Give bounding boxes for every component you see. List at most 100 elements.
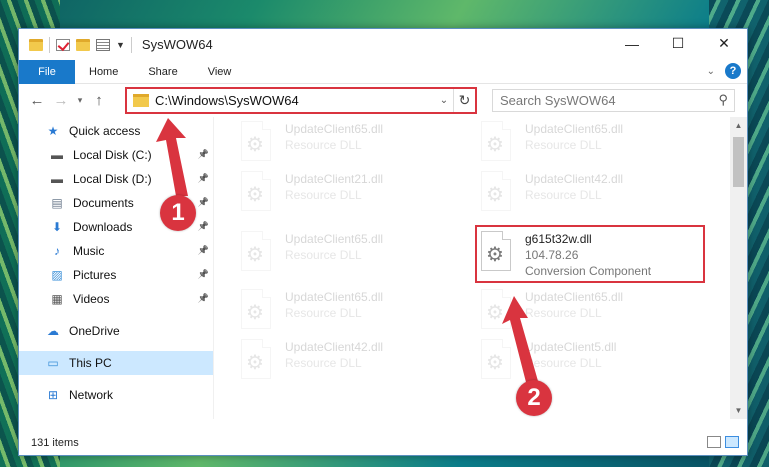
file-item[interactable]: ⚙ UpdateClient65.dll Resource DLL	[479, 289, 699, 337]
sidebar-item-label: Local Disk (C:)	[73, 148, 152, 162]
gear-icon: ⚙	[246, 134, 264, 156]
pin-icon[interactable]: 📌	[198, 173, 209, 184]
computer-icon: ▭	[47, 356, 59, 370]
file-text: UpdateClient65.dll Resource DLL	[525, 121, 623, 153]
file-version: Resource DLL	[285, 188, 362, 202]
minimize-button[interactable]: —	[609, 29, 655, 58]
refresh-icon[interactable]: ↻	[453, 89, 475, 112]
search-input[interactable]	[500, 93, 700, 108]
back-arrow-icon[interactable]: ←	[25, 92, 49, 109]
toolbar-divider	[130, 36, 132, 53]
sidebar-item-label: Pictures	[73, 268, 117, 282]
scroll-down-icon[interactable]: ▼	[730, 402, 747, 419]
gear-icon: ⚙	[486, 184, 504, 206]
sidebar-item[interactable]: ☁ OneDrive	[19, 319, 213, 343]
tab-home[interactable]: Home	[75, 66, 133, 78]
sidebar-item[interactable]: ▨ Pictures 📌	[19, 263, 213, 287]
file-item[interactable]: ⚙ UpdateClient65.dll Resource DLL	[479, 121, 699, 169]
file-name: UpdateClient21.dll	[285, 172, 384, 186]
sidebar-item[interactable]: ▦ Videos 📌	[19, 287, 213, 311]
folder-icon	[133, 94, 149, 107]
search-icon[interactable]: ⚲	[718, 92, 728, 108]
drive-icon: ▬	[51, 172, 63, 186]
file-item[interactable]: ⚙ UpdateClient65.dll Resource DLL	[239, 289, 459, 337]
tab-share[interactable]: Share	[133, 66, 192, 78]
dll-file-icon: ⚙	[239, 121, 273, 163]
up-arrow-icon[interactable]: ↑	[87, 92, 111, 109]
sidebar-item[interactable]: ♪ Music 📌	[19, 239, 213, 263]
file-version: Resource DLL	[525, 138, 602, 152]
highlight-box	[475, 225, 705, 283]
pin-icon[interactable]: 📌	[198, 197, 209, 208]
sidebar-item[interactable]: ▬ Local Disk (C:) 📌	[19, 143, 213, 167]
properties-check-icon[interactable]	[56, 38, 70, 51]
view-switcher	[707, 436, 739, 448]
sidebar-item[interactable]: ★ Quick access	[19, 119, 213, 143]
gear-icon: ⚙	[246, 184, 264, 206]
forward-arrow-icon[interactable]: →	[49, 92, 73, 109]
file-item[interactable]: ⚙ UpdateClient5.dll Resource DLL	[479, 339, 699, 387]
file-version: Resource DLL	[285, 248, 362, 262]
chevron-down-icon[interactable]: ▼	[116, 40, 125, 50]
search-box[interactable]: ⚲	[492, 89, 735, 112]
chevron-down-icon[interactable]: ⌄	[435, 95, 453, 106]
file-text: UpdateClient65.dll Resource DLL	[285, 121, 383, 153]
file-item[interactable]: ⚙ UpdateClient21.dll Resource DLL	[239, 171, 459, 219]
sidebar-item-label: Quick access	[69, 124, 141, 138]
navigation-bar: ← → ▾ ↑ C:\Windows\SysWOW64 ⌄ ↻ ⚲	[19, 84, 747, 117]
gear-icon: ⚙	[246, 244, 264, 266]
address-path[interactable]: C:\Windows\SysWOW64	[155, 93, 435, 108]
sidebar-item[interactable]: ⊞ Network	[19, 383, 213, 407]
file-version: Resource DLL	[525, 188, 602, 202]
pin-icon[interactable]: 📌	[198, 245, 209, 256]
vertical-scrollbar[interactable]: ▲ ▼	[730, 117, 747, 419]
sidebar-item-label: Local Disk (D:)	[73, 172, 152, 186]
expand-ribbon-icon[interactable]: ⌄	[707, 66, 715, 77]
ribbon-tabs: File Home Share View ⌄ ?	[19, 59, 747, 84]
tab-file[interactable]: File	[19, 59, 75, 84]
sidebar-item[interactable]: ▭ This PC	[19, 351, 213, 375]
scroll-thumb[interactable]	[733, 137, 744, 187]
tiles-view-icon[interactable]	[725, 436, 739, 448]
pin-icon[interactable]: 📌	[198, 269, 209, 280]
scroll-up-icon[interactable]: ▲	[730, 117, 747, 134]
explorer-window: ▼ SysWOW64 — ☐ ✕ File Home Share View ⌄ …	[18, 28, 748, 456]
dll-file-icon: ⚙	[239, 289, 273, 331]
gear-icon: ⚙	[486, 134, 504, 156]
file-version: Resource DLL	[525, 306, 602, 320]
pin-icon[interactable]: 📌	[198, 293, 209, 304]
customize-icon[interactable]	[96, 38, 110, 51]
step-1-badge: 1	[160, 195, 196, 231]
cloud-icon: ☁	[47, 324, 59, 338]
file-text: UpdateClient42.dll Resource DLL	[285, 339, 383, 371]
sidebar-item[interactable]: ▬ Local Disk (D:) 📌	[19, 167, 213, 191]
pin-icon[interactable]: 📌	[198, 149, 209, 160]
tab-view[interactable]: View	[193, 66, 247, 78]
close-button[interactable]: ✕	[701, 29, 747, 58]
help-icon[interactable]: ?	[725, 63, 741, 79]
details-view-icon[interactable]	[707, 436, 721, 448]
sidebar-item-label: Music	[73, 244, 105, 258]
new-folder-icon[interactable]	[76, 38, 90, 51]
file-item[interactable]: ⚙ UpdateClient42.dll Resource DLL	[239, 339, 459, 387]
file-name: UpdateClient65.dll	[525, 122, 624, 136]
file-version: Resource DLL	[285, 306, 362, 320]
file-text: UpdateClient65.dll Resource DLL	[285, 289, 383, 321]
downloads-icon: ⬇	[51, 220, 63, 234]
pane-divider[interactable]	[213, 117, 214, 419]
file-text: UpdateClient42.dll Resource DLL	[525, 171, 623, 203]
gear-icon: ⚙	[246, 302, 264, 324]
file-name: UpdateClient65.dll	[285, 122, 384, 136]
address-bar[interactable]: C:\Windows\SysWOW64 ⌄ ↻	[125, 87, 477, 114]
recent-locations-icon[interactable]: ▾	[73, 95, 87, 106]
sidebar-item-label: Downloads	[73, 220, 133, 234]
pin-icon[interactable]: 📌	[198, 221, 209, 232]
maximize-button[interactable]: ☐	[655, 29, 701, 58]
title-bar: ▼ SysWOW64 — ☐ ✕	[19, 29, 747, 60]
network-icon: ⊞	[47, 388, 59, 402]
music-icon: ♪	[54, 244, 60, 258]
window-title: SysWOW64	[141, 37, 213, 52]
file-item[interactable]: ⚙ UpdateClient65.dll Resource DLL	[239, 231, 459, 279]
file-item[interactable]: ⚙ UpdateClient42.dll Resource DLL	[479, 171, 699, 219]
file-item[interactable]: ⚙ UpdateClient65.dll Resource DLL	[239, 121, 459, 169]
